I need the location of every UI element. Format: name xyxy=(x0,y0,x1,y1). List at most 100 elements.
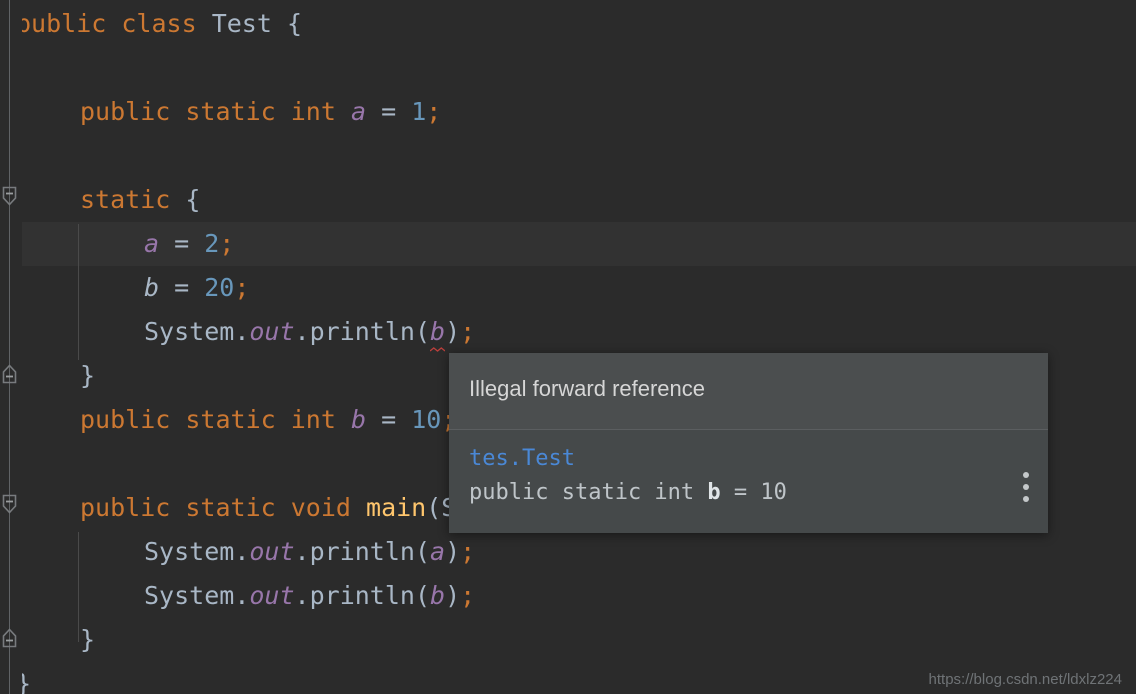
declaration-signature: public static int b = 10 xyxy=(469,480,787,505)
code-line[interactable]: b = 20; xyxy=(0,266,1136,310)
token-class-System: System xyxy=(144,581,235,610)
token-field-b: b xyxy=(350,405,367,434)
token-paren: ( xyxy=(414,317,431,346)
token-brace: } xyxy=(80,361,96,390)
token-operator: = xyxy=(366,405,412,434)
token-keyword: static xyxy=(185,493,276,522)
token-semicolon: ; xyxy=(460,317,476,346)
code-line[interactable]: public class Test { xyxy=(0,2,1136,46)
token-number: 10 xyxy=(411,405,442,434)
token-keyword: public xyxy=(16,9,107,38)
token-paren: ( xyxy=(414,581,431,610)
token-field-a: a xyxy=(350,97,367,126)
token-paren: ( xyxy=(414,537,431,566)
token-number: 2 xyxy=(204,229,220,258)
popup-declaration-section: tes.Test public static int b = 10 xyxy=(449,430,1048,533)
token-field-out: out xyxy=(249,317,295,346)
token-keyword: int xyxy=(290,97,336,126)
kebab-dot xyxy=(1023,472,1029,478)
token-semicolon: ; xyxy=(219,229,235,258)
fold-expand-icon[interactable] xyxy=(1,362,18,384)
token-field-a: a xyxy=(144,229,160,258)
code-line[interactable]: public static int a = 1; xyxy=(0,90,1136,134)
token-keyword: static xyxy=(80,185,171,214)
token-keyword: static xyxy=(185,97,276,126)
editor-gutter[interactable] xyxy=(0,0,22,694)
error-documentation-popup[interactable]: Illegal forward reference tes.Test publi… xyxy=(449,353,1048,533)
indent-guide xyxy=(78,224,79,360)
declaration-source-link[interactable]: tes.Test xyxy=(469,446,575,471)
token-class-System: System xyxy=(144,537,235,566)
watermark-text: https://blog.csdn.net/ldxlz224 xyxy=(928,671,1122,688)
token-method-println: println xyxy=(309,317,415,346)
token-semicolon: ; xyxy=(460,581,476,610)
token-keyword: static xyxy=(185,405,276,434)
code-line[interactable]: System.out.println(b); xyxy=(0,574,1136,618)
fold-expand-icon[interactable] xyxy=(1,626,18,648)
token-dot: . xyxy=(234,537,250,566)
token-paren: ) xyxy=(445,317,461,346)
more-vertical-icon[interactable] xyxy=(1023,472,1031,502)
token-field-b: b xyxy=(144,273,160,302)
token-dot: . xyxy=(294,581,310,610)
token-dot: . xyxy=(294,537,310,566)
kebab-dot xyxy=(1023,496,1029,502)
fold-collapse-icon[interactable] xyxy=(1,494,18,516)
popup-error-section: Illegal forward reference xyxy=(449,353,1048,429)
token-brace: { xyxy=(170,185,201,214)
signature-suffix: = 10 xyxy=(720,480,787,505)
token-error-b[interactable]: b xyxy=(430,310,446,354)
token-semicolon: ; xyxy=(426,97,442,126)
token-semicolon: ; xyxy=(460,537,476,566)
code-editor[interactable]: public class Test { public static int a … xyxy=(0,0,1136,694)
token-class-System: System xyxy=(144,317,235,346)
token-keyword: public xyxy=(80,97,171,126)
error-squiggle-icon xyxy=(430,347,446,352)
token-brace: } xyxy=(80,625,96,654)
token-dot: . xyxy=(294,317,310,346)
token-field-out: out xyxy=(249,581,295,610)
code-line[interactable]: System.out.println(a); xyxy=(0,530,1136,574)
error-message-text: Illegal forward reference xyxy=(469,376,706,401)
code-line[interactable]: System.out.println(b); xyxy=(0,310,1136,354)
token-operator: = xyxy=(159,273,205,302)
token-number: 20 xyxy=(204,273,235,302)
fold-collapse-icon[interactable] xyxy=(1,186,18,208)
token-keyword: int xyxy=(290,405,336,434)
signature-prefix: public static int xyxy=(469,480,708,505)
code-line-highlighted[interactable]: a = 2; xyxy=(0,222,1136,266)
code-line[interactable]: static { xyxy=(0,178,1136,222)
token-keyword: public xyxy=(80,493,171,522)
token-semicolon: ; xyxy=(234,273,250,302)
token-field-b: b xyxy=(430,317,446,346)
gutter-vertical-line xyxy=(9,0,10,694)
token-operator: = xyxy=(159,229,205,258)
token-field-a: a xyxy=(430,537,446,566)
token-brace: { xyxy=(271,9,303,38)
code-line[interactable]: } xyxy=(0,618,1136,662)
token-method-println: println xyxy=(309,581,415,610)
token-keyword: class xyxy=(121,9,197,38)
token-keyword: public xyxy=(80,405,171,434)
token-paren: ) xyxy=(445,537,461,566)
token-method-println: println xyxy=(309,537,415,566)
code-content[interactable]: public class Test { public static int a … xyxy=(0,0,1136,694)
token-keyword: void xyxy=(290,493,351,522)
token-number: 1 xyxy=(411,97,427,126)
token-classname: Test xyxy=(211,9,272,38)
signature-name: b xyxy=(707,480,721,505)
token-operator: = xyxy=(366,97,412,126)
token-field-b: b xyxy=(430,581,446,610)
token-paren: ) xyxy=(445,581,461,610)
